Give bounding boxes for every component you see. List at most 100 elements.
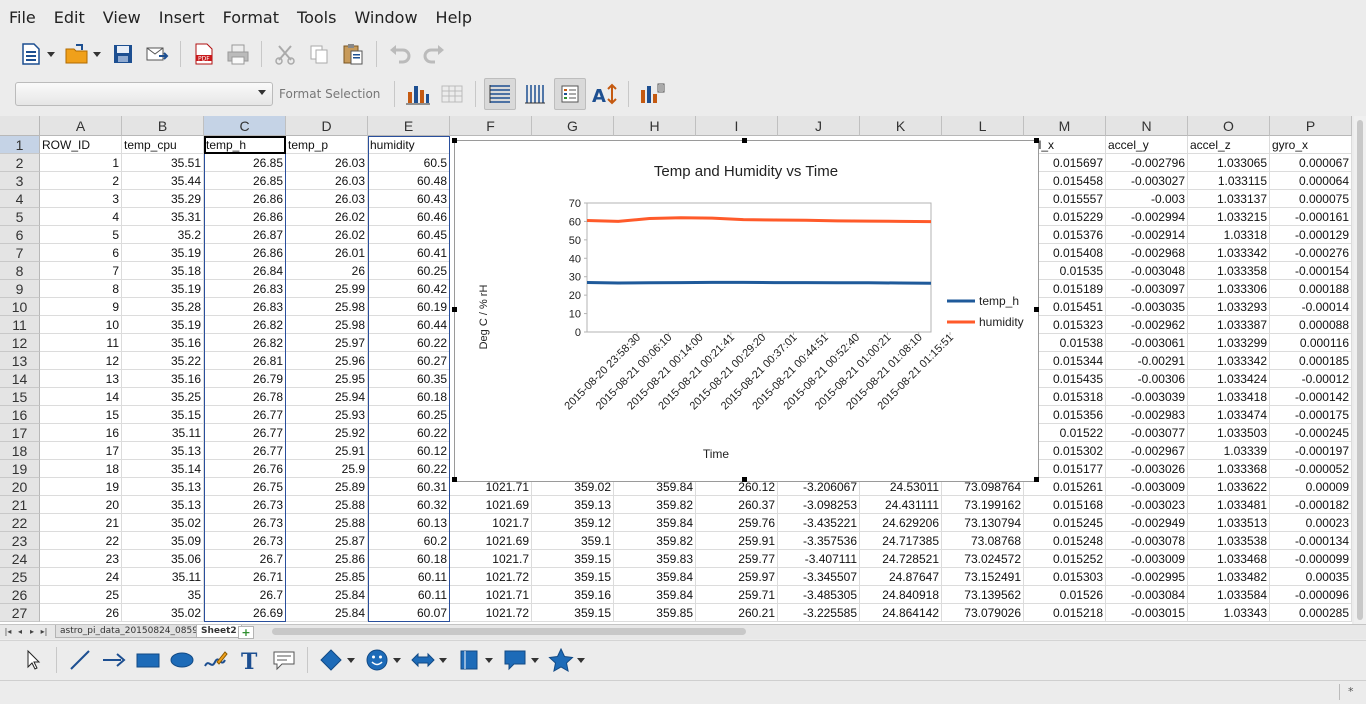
data-cell[interactable]: -0.003009	[1106, 478, 1188, 496]
data-cell[interactable]: 359.85	[614, 604, 696, 622]
data-cell[interactable]: -0.000154	[1270, 262, 1352, 280]
data-cell[interactable]: 60.07	[368, 604, 450, 622]
column-header-e[interactable]: E	[368, 116, 450, 136]
data-cell[interactable]: 35.51	[122, 154, 204, 172]
row-header[interactable]: 20	[0, 478, 40, 496]
data-cell[interactable]: 19	[40, 478, 122, 496]
data-cell[interactable]: -0.003039	[1106, 388, 1188, 406]
data-cell[interactable]: -0.003009	[1106, 550, 1188, 568]
data-cell[interactable]: 0.00009	[1270, 478, 1352, 496]
data-cell[interactable]: 1.033306	[1188, 280, 1270, 298]
data-cell[interactable]: 1021.7	[450, 514, 532, 532]
data-cell[interactable]: -0.002967	[1106, 442, 1188, 460]
data-cell[interactable]: 26.86	[204, 208, 286, 226]
data-cell[interactable]: -0.000276	[1270, 244, 1352, 262]
undo-icon[interactable]	[385, 39, 415, 69]
row-header[interactable]: 17	[0, 424, 40, 442]
row-header[interactable]: 15	[0, 388, 40, 406]
menu-file[interactable]: File	[0, 8, 45, 27]
data-cell[interactable]: 1.033215	[1188, 208, 1270, 226]
data-cell[interactable]: 3	[40, 190, 122, 208]
data-cell[interactable]: 1.033468	[1188, 550, 1270, 568]
data-cell[interactable]: 359.83	[614, 550, 696, 568]
sheet-tab-data[interactable]: astro_pi_data_20150824_085954	[55, 625, 215, 638]
data-cell[interactable]: 60.22	[368, 334, 450, 352]
column-header-p[interactable]: P	[1270, 116, 1352, 136]
data-cell[interactable]: 1.033137	[1188, 190, 1270, 208]
automatic-layout-icon[interactable]	[637, 79, 667, 109]
data-cell[interactable]: 1.033513	[1188, 514, 1270, 532]
data-cell[interactable]: 359.84	[614, 586, 696, 604]
data-cell[interactable]: 1.033342	[1188, 352, 1270, 370]
data-cell[interactable]: 259.77	[696, 550, 778, 568]
data-cell[interactable]: 26.73	[204, 514, 286, 532]
data-cell[interactable]: 26.79	[204, 370, 286, 388]
data-cell[interactable]: 25.92	[286, 424, 368, 442]
add-sheet-icon[interactable]: +	[238, 626, 254, 639]
data-cell[interactable]: 26.03	[286, 190, 368, 208]
data-cell[interactable]: 60.12	[368, 442, 450, 460]
data-cell[interactable]: -0.000182	[1270, 496, 1352, 514]
data-cell[interactable]: 35.29	[122, 190, 204, 208]
ellipse-icon[interactable]	[167, 645, 197, 675]
spreadsheet-grid[interactable]: A B C D E F G H I J K L M N O P 1 2 3 4 5 6 7 8 9 10 11 12 13 14 15 16 1…	[0, 116, 1352, 624]
data-cell[interactable]: 26.69	[204, 604, 286, 622]
column-header-o[interactable]: O	[1188, 116, 1270, 136]
data-cell[interactable]: 24.629206	[860, 514, 942, 532]
export-pdf-icon[interactable]: PDF	[189, 39, 219, 69]
data-cell[interactable]: 0.000075	[1270, 190, 1352, 208]
data-cell[interactable]: -0.003027	[1106, 172, 1188, 190]
data-cell[interactable]: 359.16	[532, 586, 614, 604]
data-cell[interactable]: 0.000285	[1270, 604, 1352, 622]
row-header[interactable]: 14	[0, 370, 40, 388]
row-header[interactable]: 8	[0, 262, 40, 280]
data-cell[interactable]: 259.76	[696, 514, 778, 532]
data-cell[interactable]: -0.003077	[1106, 424, 1188, 442]
chart-element-select[interactable]	[15, 82, 273, 106]
data-cell[interactable]: -0.002983	[1106, 406, 1188, 424]
menu-insert[interactable]: Insert	[150, 8, 214, 27]
callout-icon[interactable]	[269, 645, 299, 675]
data-cell[interactable]: 26.86	[204, 190, 286, 208]
data-cell[interactable]: 60.11	[368, 586, 450, 604]
data-cell[interactable]: 359.15	[532, 604, 614, 622]
data-cell[interactable]: 1.033358	[1188, 262, 1270, 280]
horizontal-grids-icon[interactable]	[484, 78, 517, 110]
data-cell[interactable]: 1.033482	[1188, 568, 1270, 586]
data-cell[interactable]: 1.033299	[1188, 334, 1270, 352]
data-cell[interactable]: -0.00014	[1270, 298, 1352, 316]
data-cell[interactable]: 9	[40, 298, 122, 316]
data-cell[interactable]: 0.000088	[1270, 316, 1352, 334]
resize-handle[interactable]	[452, 138, 457, 143]
column-header-k[interactable]: K	[860, 116, 942, 136]
data-cell[interactable]: -0.002994	[1106, 208, 1188, 226]
flowchart-icon[interactable]	[454, 645, 484, 675]
data-cell[interactable]: -0.003035	[1106, 298, 1188, 316]
resize-handle[interactable]	[1034, 477, 1039, 482]
data-cell[interactable]: 0.00023	[1270, 514, 1352, 532]
data-cell[interactable]: 60.43	[368, 190, 450, 208]
data-cell[interactable]: 35.02	[122, 514, 204, 532]
stars-icon[interactable]	[546, 645, 576, 675]
data-cell[interactable]: 60.2	[368, 532, 450, 550]
data-cell[interactable]: 35.16	[122, 334, 204, 352]
scale-text-icon[interactable]: A	[590, 79, 620, 109]
data-cell[interactable]: 25	[40, 586, 122, 604]
prev-sheet-icon[interactable]: ◂	[15, 627, 25, 637]
data-cell[interactable]: -3.098253	[778, 496, 860, 514]
data-cell[interactable]: 73.139562	[942, 586, 1024, 604]
data-cell[interactable]: -0.002949	[1106, 514, 1188, 532]
data-cell[interactable]: -0.003026	[1106, 460, 1188, 478]
block-arrows-icon[interactable]	[408, 645, 438, 675]
data-cell[interactable]: 73.024572	[942, 550, 1024, 568]
line-icon[interactable]	[65, 645, 95, 675]
data-cell[interactable]: 25.88	[286, 496, 368, 514]
column-header-b[interactable]: B	[122, 116, 204, 136]
data-cell[interactable]: 26.03	[286, 154, 368, 172]
data-cell[interactable]: 25.89	[286, 478, 368, 496]
print-icon[interactable]	[223, 39, 253, 69]
data-cell[interactable]: 25.94	[286, 388, 368, 406]
data-cell[interactable]: 1.033424	[1188, 370, 1270, 388]
row-header[interactable]: 21	[0, 496, 40, 514]
data-cell[interactable]: 24.840918	[860, 586, 942, 604]
